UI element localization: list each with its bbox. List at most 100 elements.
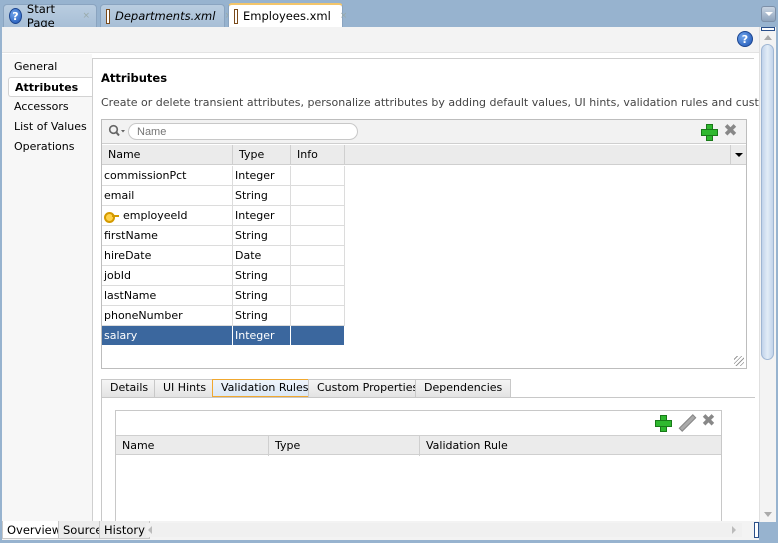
cell-type: Integer — [233, 326, 291, 346]
table-row[interactable]: lastName String — [102, 286, 345, 306]
primary-key-icon — [104, 212, 119, 223]
nav-item-operations[interactable]: Operations — [8, 137, 92, 157]
cell-name: commissionPct — [102, 166, 233, 186]
tab-label: Employees.xml — [243, 9, 331, 23]
column-header-name[interactable]: Name — [102, 145, 233, 165]
cell-name: hireDate — [102, 246, 233, 266]
tab-label: Departments.xml — [115, 9, 216, 23]
cell-type: Date — [233, 246, 291, 266]
cell-type: Integer — [233, 206, 291, 226]
attribute-name: salary — [104, 329, 138, 342]
table-row[interactable]: commissionPct Integer — [102, 166, 345, 186]
add-validation-rule-button[interactable] — [655, 415, 672, 432]
tab-label: Start Page — [26, 2, 56, 30]
cell-name: lastName — [102, 286, 233, 306]
cell-type: String — [233, 306, 291, 326]
document-tab-bar: ? Start Page × Departments.xml × Employe… — [0, 0, 778, 30]
help-circle-icon: ? — [9, 8, 22, 24]
scroll-left-arrow-icon[interactable] — [148, 526, 152, 534]
cell-info — [291, 166, 345, 186]
scroll-position-indicator — [761, 27, 775, 31]
page-description: Create or delete transient attributes, p… — [101, 96, 778, 109]
cell-name: salary — [102, 326, 233, 346]
close-icon[interactable]: × — [82, 11, 90, 21]
overview-editor: ? General Attributes Accessors List of V… — [2, 27, 778, 530]
table-row[interactable]: firstName String — [102, 226, 345, 246]
tab-list-dropdown-button[interactable] — [761, 6, 776, 22]
cell-type: String — [233, 226, 291, 246]
attribute-name: firstName — [104, 229, 158, 242]
nav-item-attributes[interactable]: Attributes — [8, 77, 92, 97]
overview-nav: General Attributes Accessors List of Val… — [2, 54, 92, 522]
attribute-name: lastName — [104, 289, 157, 302]
table-row[interactable]: jobId String — [102, 266, 345, 286]
table-row[interactable]: salary Integer — [102, 326, 345, 346]
edit-validation-rule-button[interactable] — [678, 414, 693, 429]
cell-info — [291, 306, 345, 326]
add-attribute-button[interactable] — [701, 124, 718, 141]
table-header: Name Type Info — [102, 145, 746, 165]
search-input[interactable] — [128, 123, 358, 140]
cell-name: employeeId — [102, 206, 233, 226]
nav-item-list-of-values[interactable]: List of Values — [8, 117, 92, 137]
validation-rules-table-panel: ✖ Name Type Validation Rule — [115, 410, 722, 530]
search-icon[interactable] — [108, 124, 126, 138]
column-header-info[interactable]: Info — [291, 145, 345, 165]
table-row[interactable]: employeeId Integer — [102, 206, 345, 226]
table-row[interactable]: phoneNumber String — [102, 306, 345, 326]
resize-grip-icon[interactable] — [734, 356, 744, 366]
tab-validation-rules[interactable]: Validation Rules — [212, 379, 318, 397]
scroll-right-arrow-icon[interactable] — [732, 526, 736, 534]
editor-header-strip — [2, 27, 759, 53]
tab-dependencies[interactable]: Dependencies — [415, 379, 512, 397]
cell-info — [291, 266, 345, 286]
cell-info — [291, 186, 345, 206]
cell-name: firstName — [102, 226, 233, 246]
tab-history[interactable]: History — [99, 521, 150, 539]
scroll-down-arrow-icon[interactable] — [764, 512, 772, 517]
cell-type: String — [233, 186, 291, 206]
column-header-type[interactable]: Type — [269, 436, 420, 456]
tab-employees-xml[interactable]: Employees.xml × — [228, 3, 347, 27]
column-header-validation-rule[interactable]: Validation Rule — [420, 436, 721, 456]
attributes-page: Attributes Create or delete transient at… — [92, 58, 778, 530]
cell-info — [291, 286, 345, 306]
attributes-table-panel: ✖ Name Type Info commissionPctIntegerema… — [101, 119, 747, 369]
nav-item-general[interactable]: General — [8, 57, 92, 77]
cell-info — [291, 246, 345, 266]
delete-attribute-button[interactable]: ✖ — [723, 123, 738, 140]
tab-start-page[interactable]: ? Start Page × — [3, 2, 97, 30]
xml-file-icon — [106, 8, 110, 24]
nav-item-accessors[interactable]: Accessors — [8, 97, 92, 117]
cell-name: jobId — [102, 266, 233, 286]
scroll-up-arrow-icon[interactable] — [764, 35, 772, 40]
attribute-name: employeeId — [123, 209, 188, 222]
cell-name: phoneNumber — [102, 306, 233, 326]
horizontal-scrollbar[interactable] — [146, 523, 742, 537]
table-row[interactable]: email String — [102, 186, 345, 206]
help-button[interactable]: ? — [737, 31, 753, 47]
tab-departments-xml[interactable]: Departments.xml × — [100, 4, 232, 27]
validation-rules-panel: ✖ Name Type Validation Rule — [101, 397, 755, 530]
table-row[interactable]: hireDate Date — [102, 246, 345, 266]
attributes-toolbar: ✖ — [102, 120, 746, 144]
editor-bottom-tabs: Overview Source History — [2, 521, 759, 540]
validation-table-header: Name Type Validation Rule — [116, 435, 721, 456]
tab-custom-properties[interactable]: Custom Properties — [308, 379, 428, 397]
delete-validation-rule-button[interactable]: ✖ — [701, 413, 716, 430]
page-title: Attributes — [101, 71, 168, 85]
attribute-name: email — [104, 189, 135, 202]
tab-details[interactable]: Details — [101, 379, 158, 397]
column-header-type[interactable]: Type — [233, 145, 291, 165]
xml-file-icon — [234, 8, 238, 24]
close-icon[interactable]: × — [340, 11, 348, 21]
scroll-position-indicator — [754, 522, 759, 538]
tab-ui-hints[interactable]: UI Hints — [154, 379, 216, 397]
attribute-name: hireDate — [104, 249, 152, 262]
cell-info — [291, 206, 345, 226]
cell-info — [291, 226, 345, 246]
column-header-name[interactable]: Name — [116, 436, 269, 456]
tab-overview[interactable]: Overview — [2, 521, 67, 539]
vertical-scroll-thumb[interactable] — [761, 44, 774, 360]
column-menu-dropdown[interactable] — [730, 145, 746, 165]
